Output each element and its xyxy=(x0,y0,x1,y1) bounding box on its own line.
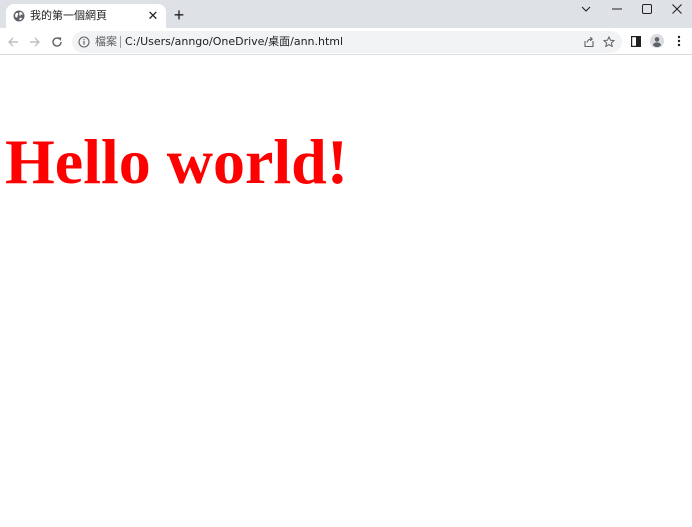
tab-strip: 我的第一個網頁 ✕ + xyxy=(0,0,692,28)
scheme-label: 檔案 xyxy=(95,35,117,48)
profile-icon[interactable] xyxy=(650,34,664,48)
side-panel-icon[interactable] xyxy=(629,34,643,48)
minimize-icon[interactable] xyxy=(606,1,628,17)
share-icon[interactable] xyxy=(583,36,595,48)
star-icon[interactable] xyxy=(603,36,615,48)
page-content: Hello world! xyxy=(0,56,692,527)
info-icon[interactable] xyxy=(78,36,90,48)
address-bar[interactable]: 檔案 C:/Users/anngo/OneDrive/桌面/ann.html xyxy=(72,31,622,53)
tab-active[interactable]: 我的第一個網頁 ✕ xyxy=(6,4,166,28)
reload-icon[interactable] xyxy=(49,34,65,50)
chevron-down-icon[interactable] xyxy=(575,1,597,17)
globe-icon xyxy=(13,10,25,22)
menu-icon[interactable] xyxy=(672,34,686,48)
maximize-icon[interactable] xyxy=(636,1,658,17)
page-heading: Hello world! xyxy=(5,126,349,197)
arrow-left-icon[interactable] xyxy=(5,34,21,50)
tab-title: 我的第一個網頁 xyxy=(30,9,107,22)
browser-window: 我的第一個網頁 ✕ + 檔案 C:/Users/anngo/OneDrive/桌… xyxy=(0,0,692,527)
url-text[interactable]: C:/Users/anngo/OneDrive/桌面/ann.html xyxy=(125,35,343,49)
plus-icon[interactable]: + xyxy=(171,6,187,24)
address-separator xyxy=(120,36,121,48)
close-icon[interactable]: ✕ xyxy=(146,9,160,23)
arrow-right-icon[interactable] xyxy=(27,34,43,50)
close-icon[interactable] xyxy=(666,1,688,17)
toolbar: 檔案 C:/Users/anngo/OneDrive/桌面/ann.html xyxy=(0,28,692,55)
